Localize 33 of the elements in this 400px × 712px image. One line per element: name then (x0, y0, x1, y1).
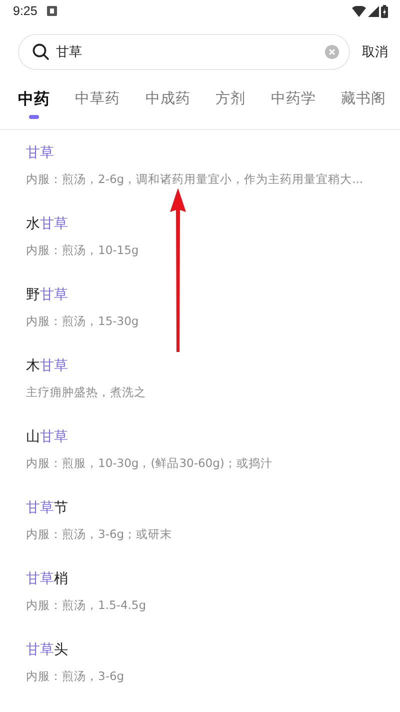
result-title[interactable]: 山甘草 (26, 428, 68, 446)
search-field[interactable]: 甘草 (18, 34, 350, 70)
wifi-icon (352, 6, 366, 17)
result-title[interactable]: 甘草节 (26, 499, 68, 517)
status-time: 9:25 (13, 4, 38, 18)
result-title[interactable]: 野甘草 (26, 286, 68, 304)
cancel-button[interactable]: 取消 (362, 38, 388, 65)
tab[interactable]: 中药 (18, 88, 50, 109)
result-description: 内服：煎汤，10-15g (26, 243, 140, 258)
result-title[interactable]: 甘草梢 (26, 570, 68, 588)
result-title[interactable]: 甘草头 (26, 641, 68, 659)
result-description: 内服：煎服，10-30g，(鲜品30-60g)；或捣汁 (26, 456, 274, 471)
result-description: 内服：煎汤，2-6g，调和诸药用量宜小，作为主药用量宜稍大... (26, 172, 364, 187)
clear-icon[interactable] (325, 44, 339, 59)
result-description: 内服：煎汤，3-6g (26, 669, 126, 684)
tab[interactable]: 藏书阁 (340, 88, 386, 109)
search-icon (32, 42, 50, 61)
result-title[interactable]: 甘草 (26, 144, 54, 162)
tab[interactable]: 中药学 (270, 88, 316, 109)
result-title[interactable]: 木甘草 (26, 357, 68, 375)
signal-icon (368, 6, 379, 17)
tab[interactable]: 中成药 (145, 88, 190, 109)
result-description: 内服：煎汤，15-30g (26, 314, 140, 329)
tab[interactable]: 方剂 (216, 88, 246, 109)
result-title[interactable]: 水甘草 (26, 215, 68, 233)
result-description: 主疗痈肿盛热，煮洗之 (26, 385, 147, 400)
battery-icon (381, 4, 388, 18)
result-description: 内服：煎汤，1.5-4.5g (26, 598, 148, 613)
notification-icon (47, 6, 58, 16)
tab-indicator (29, 114, 39, 119)
tab[interactable]: 中草药 (75, 88, 120, 109)
result-description: 内服：煎汤，3-6g；或研末 (26, 527, 174, 542)
search-input[interactable]: 甘草 (56, 44, 319, 60)
